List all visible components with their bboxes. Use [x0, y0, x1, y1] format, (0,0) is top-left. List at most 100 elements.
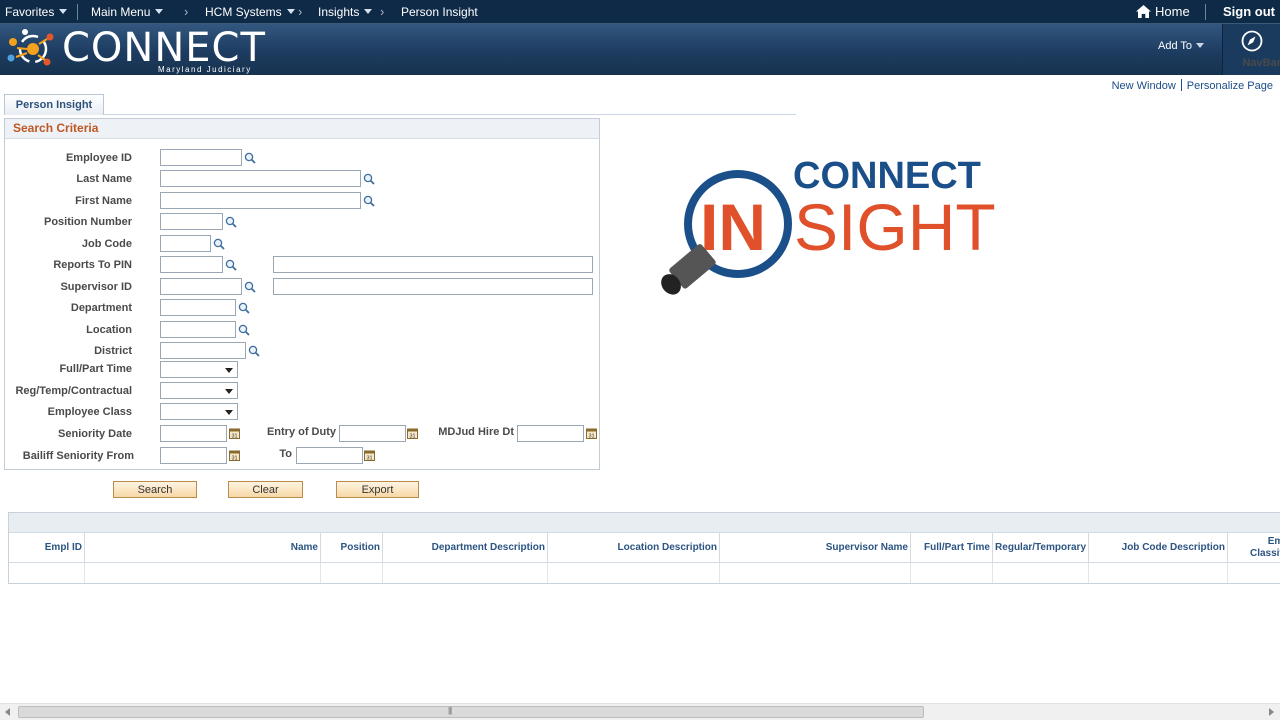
column-header-regular-temporary[interactable]: Regular/Temporary: [993, 533, 1089, 563]
insight-logo-in-text: IN: [700, 190, 766, 264]
home-link[interactable]: Home: [1136, 0, 1190, 24]
seniority-date-label: Seniority Date: [58, 428, 132, 440]
connect-logo-icon: [7, 29, 54, 66]
breadcrumb-separator-icon: ›: [184, 4, 189, 19]
reports-to-name-display[interactable]: [273, 256, 593, 273]
personalize-page-link[interactable]: Personalize Page: [1187, 80, 1273, 92]
bailiff-seniority-from-label: Bailiff Seniority From: [22, 450, 134, 462]
grid-cell: [548, 563, 720, 583]
first-name-input[interactable]: [160, 192, 361, 209]
calendar-icon[interactable]: 31: [407, 428, 418, 439]
breadcrumb-insights[interactable]: Insights: [318, 0, 373, 24]
column-header-empl-id[interactable]: Empl ID: [9, 533, 85, 563]
results-grid: Empl ID Name Position Department Descrip…: [8, 512, 1280, 584]
divider: [77, 4, 78, 20]
search-icon[interactable]: [238, 324, 250, 336]
column-header-employee-classification[interactable]: Employee Classification: [1228, 533, 1280, 563]
column-header-position[interactable]: Position: [321, 533, 383, 563]
search-icon[interactable]: [363, 173, 375, 185]
breadcrumb-separator-icon: ›: [380, 4, 385, 19]
compass-icon: [1241, 30, 1263, 52]
district-label: District: [94, 345, 132, 357]
job-code-input[interactable]: [160, 235, 211, 252]
chevron-down-icon: [364, 9, 373, 14]
search-icon[interactable]: [225, 216, 237, 228]
seniority-date-input[interactable]: [160, 425, 227, 442]
search-icon[interactable]: [248, 345, 260, 357]
chevron-down-icon: [225, 410, 233, 415]
breadcrumb-label: Insights: [318, 5, 360, 19]
grid-cell: [1089, 563, 1228, 583]
grid-cell: [321, 563, 383, 583]
column-header-supervisor-name[interactable]: Supervisor Name: [720, 533, 911, 563]
calendar-icon[interactable]: 31: [586, 428, 597, 439]
search-icon[interactable]: [213, 238, 225, 250]
new-window-link[interactable]: New Window: [1112, 80, 1176, 92]
svg-text:31: 31: [588, 433, 594, 439]
reg-temp-contractual-select[interactable]: [160, 382, 238, 399]
home-icon: [1136, 5, 1151, 18]
add-to-menu[interactable]: Add To: [1158, 40, 1205, 52]
sign-out-link[interactable]: Sign out: [1223, 0, 1275, 24]
calendar-icon[interactable]: 31: [229, 428, 240, 439]
breadcrumb-separator-icon: ›: [298, 4, 303, 19]
grid-cell: [85, 563, 321, 583]
breadcrumb-person-insight[interactable]: Person Insight: [401, 0, 478, 24]
reports-to-pin-input[interactable]: [160, 256, 223, 273]
navbar-button[interactable]: NavBar: [1222, 24, 1280, 75]
search-button[interactable]: Search: [113, 481, 197, 498]
search-criteria-title: Search Criteria: [5, 119, 599, 139]
chevron-down-icon: [225, 389, 233, 394]
insight-logo-sight-text: SIGHT: [794, 190, 996, 264]
search-icon[interactable]: [363, 195, 375, 207]
scroll-left-icon[interactable]: [5, 708, 10, 716]
position-number-input[interactable]: [160, 213, 223, 230]
svg-text:31: 31: [366, 455, 372, 461]
export-button[interactable]: Export: [336, 481, 419, 498]
department-input[interactable]: [160, 299, 236, 316]
search-icon[interactable]: [238, 302, 250, 314]
column-header-job-code-description[interactable]: Job Code Description: [1089, 533, 1228, 563]
scrollbar-thumb[interactable]: [18, 706, 924, 718]
grid-cell: [9, 563, 85, 583]
chevron-down-icon: [286, 9, 295, 14]
column-header-location-description[interactable]: Location Description: [548, 533, 720, 563]
bailiff-seniority-from-input[interactable]: [160, 447, 227, 464]
svg-text:31: 31: [231, 455, 237, 461]
main-menu[interactable]: Main Menu: [91, 0, 164, 24]
divider: [1205, 4, 1206, 20]
search-icon[interactable]: [244, 152, 256, 164]
entry-of-duty-input[interactable]: [339, 425, 406, 442]
search-criteria-panel: Search Criteria Employee ID Last Name Fi…: [4, 118, 600, 470]
horizontal-scrollbar[interactable]: |||: [0, 703, 1280, 720]
employee-id-input[interactable]: [160, 149, 242, 166]
breadcrumb-hcm-systems[interactable]: HCM Systems: [205, 0, 295, 24]
entry-of-duty-label: Entry of Duty: [266, 426, 336, 438]
supervisor-id-input[interactable]: [160, 278, 242, 295]
supervisor-name-display[interactable]: [273, 278, 593, 295]
clear-button[interactable]: Clear: [228, 481, 303, 498]
location-label: Location: [86, 324, 132, 336]
favorites-menu[interactable]: Favorites: [5, 0, 68, 24]
location-input[interactable]: [160, 321, 236, 338]
search-icon[interactable]: [244, 281, 256, 293]
full-part-time-select[interactable]: [160, 361, 238, 378]
scroll-right-icon[interactable]: [1269, 708, 1274, 716]
column-header-department-description[interactable]: Department Description: [383, 533, 548, 563]
calendar-icon[interactable]: 31: [229, 450, 240, 461]
search-icon[interactable]: [225, 259, 237, 271]
header-banner: CONNECT Maryland Judiciary Add To NavBar: [0, 24, 1280, 75]
calendar-icon[interactable]: 31: [364, 450, 375, 461]
district-input[interactable]: [160, 342, 246, 359]
employee-class-select[interactable]: [160, 403, 238, 420]
last-name-input[interactable]: [160, 170, 361, 187]
bailiff-seniority-to-input[interactable]: [296, 447, 363, 464]
column-header-full-part-time[interactable]: Full/Part Time: [911, 533, 993, 563]
home-label: Home: [1155, 4, 1190, 19]
full-part-time-label: Full/Part Time: [59, 363, 132, 375]
chevron-down-icon: [225, 368, 233, 373]
mdjud-hire-dt-input[interactable]: [517, 425, 584, 442]
mdjud-hire-dt-label: MDJud Hire Dt: [438, 426, 514, 438]
tab-person-insight[interactable]: Person Insight: [4, 94, 104, 115]
column-header-name[interactable]: Name: [85, 533, 321, 563]
